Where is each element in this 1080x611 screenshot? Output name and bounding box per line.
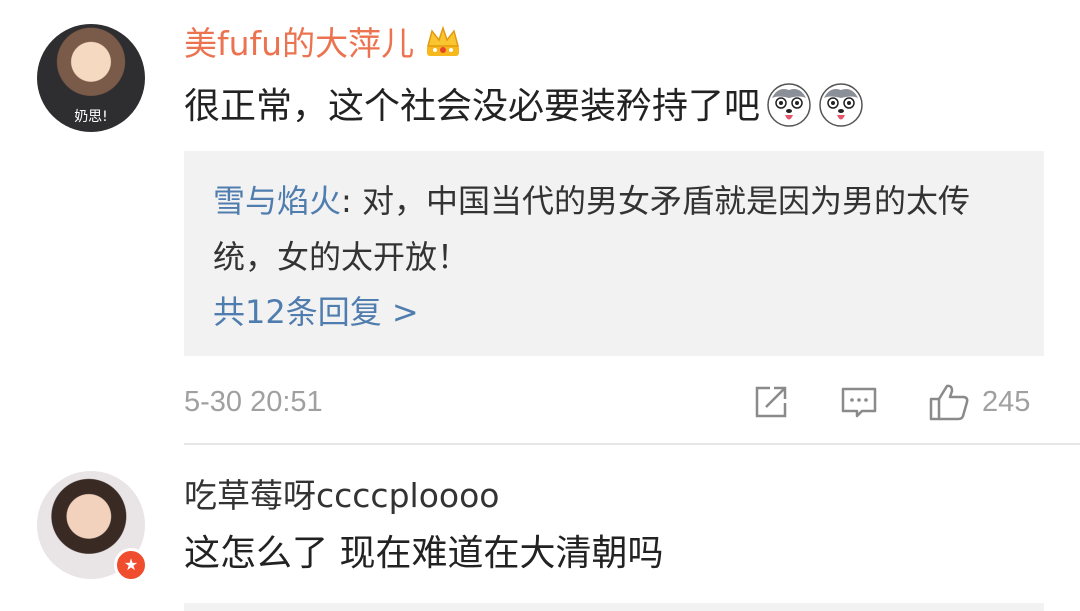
avatar-caption: 奶思! xyxy=(74,109,108,125)
reply-preview-text: 雪与焰火: 对，中国当代的男女矛盾就是因为男的太传统，女的太开放！ xyxy=(213,173,1013,285)
comment-text: 很正常，这个社会没必要装矜持了吧 xyxy=(184,86,761,127)
thumbs-up-icon xyxy=(929,384,969,421)
comment-button[interactable] xyxy=(840,380,878,424)
comment-item: 奶思! 美fufu的大萍儿 很正常，这个社会没必要装矜持了吧 雪与焰火: 对，中… xyxy=(0,0,1080,444)
verified-badge-icon: ★ xyxy=(114,548,148,582)
husky-emoji-icon xyxy=(766,82,812,128)
username[interactable]: 美fufu的大萍儿 xyxy=(184,22,462,66)
comment-item: ★ 吃草莓呀ccccploooo 这怎么了 现在难道在大清朝吗 xyxy=(0,444,1080,611)
avatar[interactable]: 奶思! xyxy=(37,24,145,132)
like-button[interactable]: 245 xyxy=(928,380,1030,424)
repost-icon xyxy=(755,386,787,418)
comment-content: 很正常，这个社会没必要装矜持了吧 xyxy=(184,82,864,131)
view-all-replies-link[interactable]: 共12条回复 > xyxy=(213,288,419,336)
crown-icon xyxy=(424,25,462,59)
husky-emoji-icon xyxy=(818,82,864,128)
reply-author[interactable]: 雪与焰火 xyxy=(213,182,341,220)
username-text[interactable]: 美fufu的大萍儿 xyxy=(184,24,414,63)
comment-meta: 5-30 20:51 245 xyxy=(184,378,1044,426)
timestamp: 5-30 20:51 xyxy=(184,386,323,418)
comment-content: 这怎么了 现在难道在大清朝吗 xyxy=(184,530,663,578)
reply-separator: : xyxy=(341,182,362,220)
comment-icon xyxy=(841,387,877,418)
repost-button[interactable] xyxy=(752,380,790,424)
comment-text: 这怎么了 现在难道在大清朝吗 xyxy=(184,533,664,574)
like-count: 245 xyxy=(982,385,1031,418)
reply-preview xyxy=(184,603,1044,611)
username-text[interactable]: 吃草莓呀ccccploooo xyxy=(184,476,499,515)
username[interactable]: 吃草莓呀ccccploooo xyxy=(184,474,499,518)
reply-preview[interactable]: 雪与焰火: 对，中国当代的男女矛盾就是因为男的太传统，女的太开放！ 共12条回复… xyxy=(184,151,1044,356)
